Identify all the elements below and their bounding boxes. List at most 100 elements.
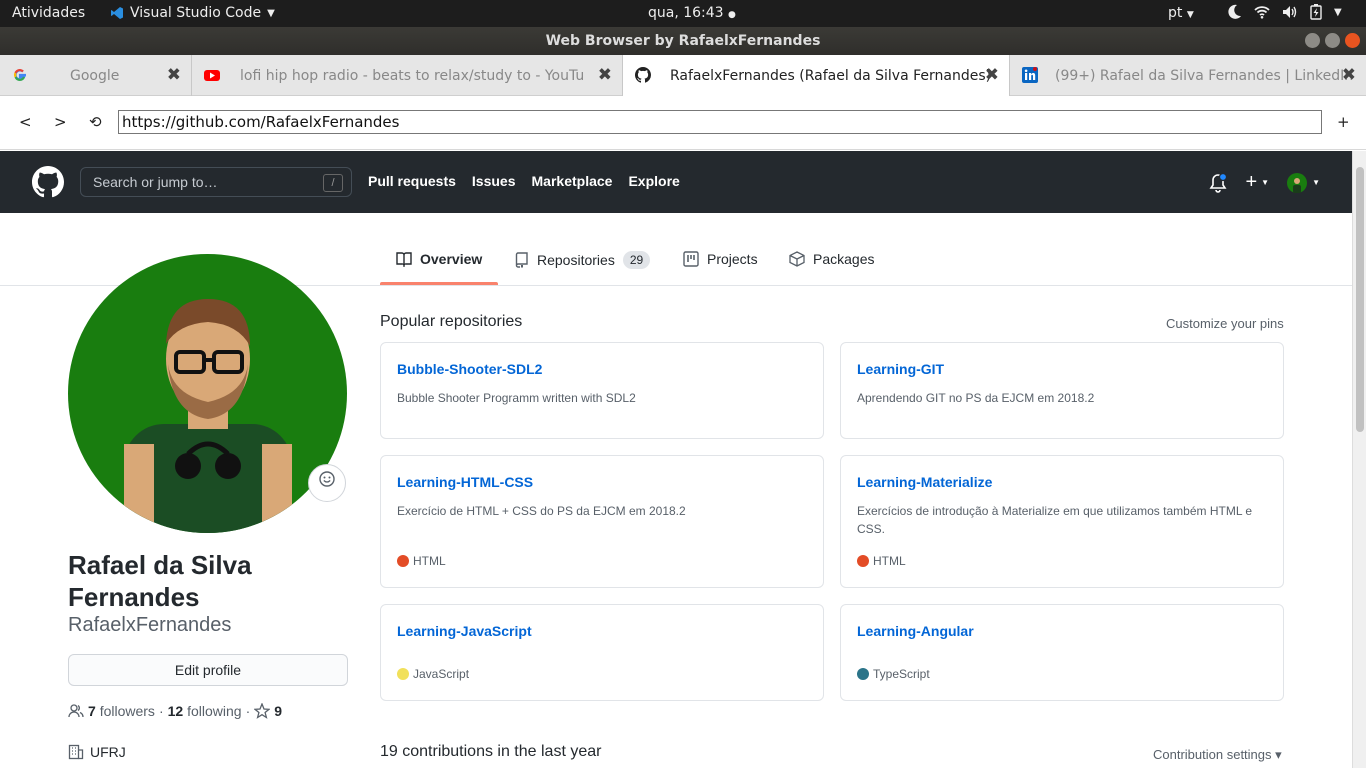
nav-issues[interactable]: Issues (472, 173, 516, 189)
minimize-button[interactable] (1305, 33, 1320, 48)
google-icon (13, 69, 26, 81)
language-indicator[interactable]: pt ▼ (1168, 5, 1194, 21)
profile-username: RafaelxFernandes (68, 614, 232, 636)
repo-language: TypeScript (857, 667, 930, 681)
create-new-button[interactable]: + ▼ (1245, 171, 1269, 194)
system-top-bar: Atividades Visual Studio Code ▼ qua, 16:… (0, 0, 1366, 27)
set-status-button[interactable] (308, 464, 346, 502)
stars-link[interactable]: 9 (254, 703, 282, 719)
tab-repositories[interactable]: Repositories 29 (515, 251, 651, 269)
tab-github[interactable]: RafaelxFernandes (Rafael da Silva Fernan… (623, 55, 1010, 96)
chevron-down-icon: ▼ (1334, 6, 1342, 18)
repo-description: Exercício de HTML + CSS do PS da EJCM em… (397, 504, 686, 518)
profile-avatar[interactable] (68, 254, 347, 533)
github-header: Search or jump to… / Pull requests Issue… (0, 151, 1352, 213)
scrollbar-thumb[interactable] (1356, 167, 1364, 432)
nav-explore[interactable]: Explore (628, 173, 679, 189)
customize-pins-link[interactable]: Customize your pins (1166, 316, 1284, 331)
user-menu-button[interactable]: ▼ (1287, 172, 1320, 193)
smiley-icon (319, 471, 335, 487)
battery-icon (1310, 4, 1322, 20)
reload-button[interactable]: ⟲ (89, 113, 102, 131)
forward-button[interactable]: > (54, 113, 67, 131)
tab-overview[interactable]: Overview (396, 251, 482, 267)
search-input[interactable]: Search or jump to… / (80, 167, 352, 197)
maximize-button[interactable] (1325, 33, 1340, 48)
tab-title: Google (70, 68, 120, 84)
window-title-bar[interactable]: Web Browser by RafaelxFernandes (0, 27, 1366, 55)
edit-profile-button[interactable]: Edit profile (68, 654, 348, 686)
language-name: HTML (413, 554, 446, 568)
separator: · (158, 703, 164, 719)
tab-youtube[interactable]: lofi hip hop radio - beats to relax/stud… (192, 55, 623, 96)
following-label: following (187, 703, 242, 719)
clock-text: qua, 16:43 (648, 5, 724, 21)
app-menu[interactable]: Visual Studio Code ▼ (110, 5, 275, 21)
system-tray[interactable]: ▼ (1228, 4, 1342, 20)
star-icon (254, 703, 271, 719)
volume-icon (1283, 6, 1297, 18)
web-page: Search or jump to… / Pull requests Issue… (0, 151, 1352, 768)
page-scrollbar[interactable] (1352, 151, 1366, 768)
repo-description: Aprendendo GIT no PS da EJCM em 2018.2 (857, 391, 1095, 405)
night-light-icon (1228, 4, 1241, 19)
book-icon (396, 252, 412, 267)
close-tab-icon[interactable]: ✖ (1342, 65, 1356, 85)
following-count: 12 (167, 703, 184, 719)
close-tab-icon[interactable]: ✖ (598, 65, 612, 85)
chevron-down-icon: ▼ (1312, 178, 1320, 187)
tab-packages[interactable]: Packages (789, 251, 874, 267)
close-window-button[interactable] (1345, 33, 1360, 48)
language-text: pt (1168, 5, 1183, 21)
back-button[interactable]: < (19, 113, 32, 131)
address-bar[interactable]: https://github.com/RafaelxFernandes (118, 110, 1322, 134)
search-shortcut-key: / (323, 174, 343, 192)
vscode-icon (111, 7, 123, 19)
organization-name: UFRJ (90, 744, 126, 760)
nav-marketplace[interactable]: Marketplace (532, 173, 613, 189)
repo-name-link[interactable]: Learning-HTML-CSS (397, 474, 533, 490)
repo-name-link[interactable]: Learning-GIT (857, 361, 944, 377)
popular-repositories-heading: Popular repositories (380, 313, 523, 330)
tab-label: Repositories (537, 252, 615, 268)
active-tab-indicator (380, 282, 498, 285)
repo-name-link[interactable]: Bubble-Shooter-SDL2 (397, 361, 542, 377)
language-color-dot (857, 668, 869, 680)
chevron-down-icon: ▼ (267, 7, 275, 19)
bell-icon[interactable] (1209, 172, 1228, 193)
close-tab-icon[interactable]: ✖ (985, 65, 999, 85)
repo-icon (515, 252, 528, 268)
github-logo-icon[interactable] (32, 166, 64, 198)
contribution-settings-dropdown[interactable]: Contribution settings ▾ (1153, 747, 1282, 763)
repo-card: Bubble-Shooter-SDL2 Bubble Shooter Progr… (380, 342, 824, 439)
profile-name: Rafael da Silva Fernandes (68, 550, 252, 612)
linkedin-icon (1022, 67, 1038, 83)
window-title: Web Browser by RafaelxFernandes (545, 33, 821, 49)
repositories-count-badge: 29 (622, 251, 651, 269)
tab-title: (99+) Rafael da Silva Fernandes | Linked… (1055, 68, 1354, 84)
tab-projects[interactable]: Projects (683, 251, 758, 267)
language-color-dot (857, 555, 869, 567)
repo-name-link[interactable]: Learning-Angular (857, 623, 974, 639)
app-name: Visual Studio Code (130, 5, 262, 21)
wifi-icon (1254, 6, 1270, 19)
new-tab-button[interactable]: + (1337, 113, 1350, 131)
activities-button[interactable]: Atividades (12, 5, 85, 21)
following-link[interactable]: 12 following (168, 703, 242, 719)
tab-label: Packages (813, 251, 875, 267)
repo-card: Learning-Materialize Exercícios de intro… (840, 455, 1284, 588)
clock[interactable]: qua, 16:43 ● (648, 5, 736, 21)
profile-organization: UFRJ (68, 744, 126, 760)
github-icon (635, 67, 651, 83)
github-nav: Pull requests Issues Marketplace Explore (368, 173, 680, 189)
nav-pull-requests[interactable]: Pull requests (368, 173, 456, 189)
contributions-heading: 19 contributions in the last year (380, 743, 602, 760)
language-color-dot (397, 555, 409, 567)
tab-linkedin[interactable]: (99+) Rafael da Silva Fernandes | Linked… (1010, 55, 1366, 96)
header-actions: + ▼ ▼ (1209, 171, 1320, 194)
repo-name-link[interactable]: Learning-JavaScript (397, 623, 532, 639)
repo-name-link[interactable]: Learning-Materialize (857, 474, 992, 490)
followers-link[interactable]: 7 followers (88, 703, 155, 719)
tab-google[interactable]: Google ✖ (0, 55, 192, 96)
close-tab-icon[interactable]: ✖ (167, 65, 181, 85)
